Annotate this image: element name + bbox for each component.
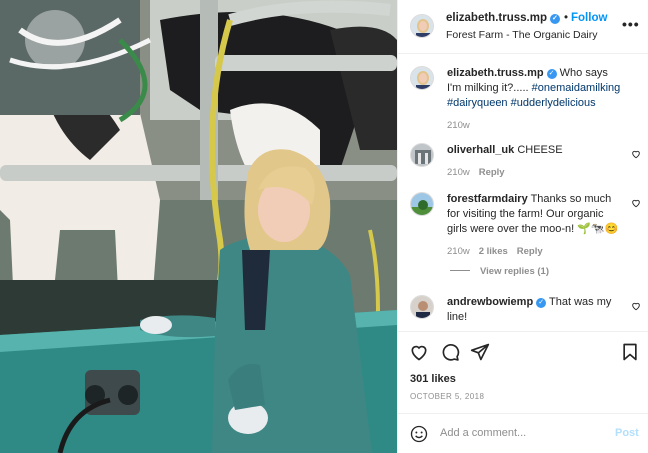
comment-body: forestfarmdairy Thanks so much for visit… bbox=[447, 192, 625, 259]
post-date: OCTOBER 5, 2018 bbox=[410, 392, 485, 401]
comment-meta: 210w Reply bbox=[447, 165, 625, 180]
avatar[interactable] bbox=[410, 14, 434, 38]
avatar[interactable] bbox=[410, 143, 434, 167]
likes-count[interactable]: 301 likes bbox=[410, 373, 456, 385]
reply-button[interactable]: Reply bbox=[479, 167, 505, 178]
follow-button[interactable]: Follow bbox=[571, 12, 607, 24]
share-icon[interactable] bbox=[470, 342, 490, 362]
hashtag-link[interactable]: #udderlydelicious bbox=[511, 97, 596, 109]
more-options-icon[interactable]: ••• bbox=[622, 16, 640, 32]
avatar[interactable] bbox=[410, 66, 434, 90]
like-comment-heart-icon[interactable] bbox=[631, 149, 641, 159]
comment-time[interactable]: 210w bbox=[447, 120, 470, 131]
post-photo-illustration bbox=[0, 0, 397, 453]
like-heart-icon[interactable] bbox=[409, 342, 429, 362]
instagram-post-view: elizabeth.truss.mp ✓ • Follow Forest Farm -… bbox=[0, 0, 648, 453]
comment-likes[interactable]: 2 likes bbox=[479, 246, 508, 257]
post-header: elizabeth.truss.mp ✓ • Follow Forest Farm -… bbox=[398, 0, 648, 54]
like-comment-heart-icon[interactable] bbox=[631, 301, 641, 311]
caption-body: elizabeth.truss.mp ✓ Who says I'm milking… bbox=[447, 66, 625, 133]
emoji-icon[interactable] bbox=[410, 425, 428, 443]
comment-meta: 210w bbox=[447, 118, 625, 133]
comment-time[interactable]: 210w bbox=[447, 246, 470, 257]
reply-button[interactable]: Reply bbox=[517, 246, 543, 257]
add-comment-bar: Add a comment... Post bbox=[398, 413, 648, 453]
comment-icon[interactable] bbox=[440, 342, 460, 362]
view-replies-button[interactable]: View replies (1) bbox=[450, 266, 549, 277]
comment-body: oliverhall_uk CHEESE 210w Reply bbox=[447, 143, 625, 180]
username-link[interactable]: elizabeth.truss.mp bbox=[446, 12, 547, 24]
comment-body: andrewbowiemp ✓ That was my line! bbox=[447, 295, 625, 325]
avatar[interactable] bbox=[410, 295, 434, 319]
verified-badge-icon: ✓ bbox=[546, 69, 557, 79]
comment-username[interactable]: andrewbowiemp bbox=[447, 296, 533, 308]
comment-username[interactable]: elizabeth.truss.mp bbox=[447, 67, 544, 79]
hashtag-link[interactable]: #dairyqueen bbox=[447, 97, 508, 109]
comment-username[interactable]: forestfarmdairy bbox=[447, 193, 528, 205]
avatar[interactable] bbox=[410, 192, 434, 216]
comment-input[interactable]: Add a comment... bbox=[440, 427, 526, 439]
save-bookmark-icon[interactable] bbox=[620, 342, 640, 362]
comment-text: CHEESE bbox=[517, 144, 563, 156]
comment-time[interactable]: 210w bbox=[447, 167, 470, 178]
view-replies-label: View replies (1) bbox=[480, 266, 549, 277]
post-details-panel: elizabeth.truss.mp ✓ • Follow Forest Farm -… bbox=[397, 0, 648, 453]
post-photo[interactable] bbox=[0, 0, 397, 453]
location-link[interactable]: Forest Farm - The Organic Dairy bbox=[446, 29, 598, 41]
verified-badge-icon: ✓ bbox=[549, 14, 560, 24]
post-comment-button[interactable]: Post bbox=[615, 427, 639, 439]
comments-list[interactable]: elizabeth.truss.mp ✓ Who says I'm milking… bbox=[398, 54, 648, 331]
comment-meta: 210w 2 likes Reply bbox=[447, 244, 625, 259]
hashtag-link[interactable]: #onemaidamilking bbox=[532, 82, 621, 94]
reply-divider bbox=[450, 270, 470, 271]
comment-username[interactable]: oliverhall_uk bbox=[447, 144, 514, 156]
like-comment-heart-icon[interactable] bbox=[631, 198, 641, 208]
separator-dot: • bbox=[563, 12, 568, 24]
post-author: elizabeth.truss.mp ✓ • Follow bbox=[446, 12, 607, 24]
verified-badge-icon: ✓ bbox=[536, 298, 547, 308]
